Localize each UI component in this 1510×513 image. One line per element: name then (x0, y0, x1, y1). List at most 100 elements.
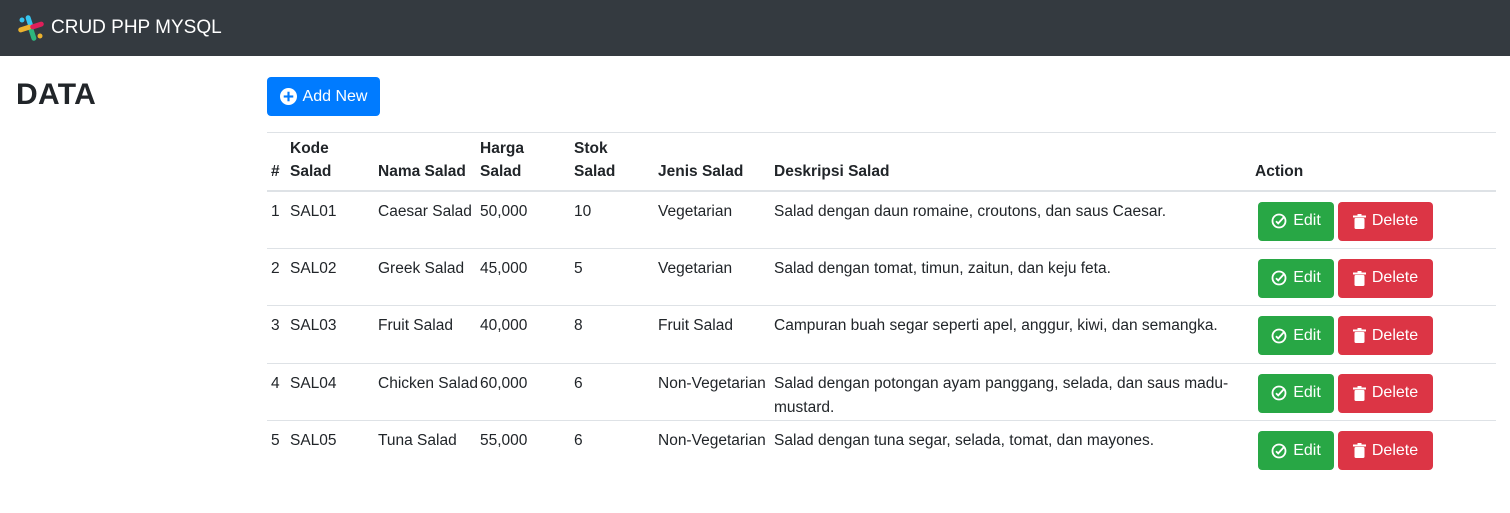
cell-action: Edit Delete (1255, 363, 1496, 421)
delete-label: Delete (1371, 269, 1419, 286)
cell-jenis: Non-Vegetarian (658, 374, 766, 392)
header-nama-salad: Nama Salad (378, 162, 466, 180)
delete-button[interactable]: Delete (1338, 373, 1433, 413)
cell-action: Edit Delete (1255, 248, 1496, 306)
cell-action: Edit Delete (1255, 191, 1496, 249)
cell-no: 4 (271, 374, 280, 392)
edit-button[interactable]: Edit (1258, 258, 1334, 298)
header-kode-line2: Salad (290, 162, 332, 180)
add-new-button[interactable]: Add New (267, 77, 380, 116)
header-row: # Kode Salad Nama Salad Harga Salad Stok Sa… (267, 132, 1496, 191)
delete-button[interactable]: Delete (1338, 316, 1433, 355)
trash-icon (1352, 270, 1366, 286)
delete-label: Delete (1371, 441, 1419, 459)
table-body: 1 SAL01 Caesar Salad 50,000 10 Vegetaria… (267, 190, 1496, 479)
edit-check-icon (1271, 270, 1287, 286)
trash-icon (1352, 443, 1366, 458)
table-row: 1 SAL01 Caesar Salad 50,000 10 Vegetaria… (267, 190, 1496, 249)
trash-icon (1352, 385, 1366, 401)
edit-label: Edit (1293, 269, 1321, 286)
edit-check-icon (1271, 443, 1287, 458)
delete-label: Delete (1371, 326, 1419, 344)
trash-icon (1352, 213, 1366, 229)
cell-harga: 50,000 (480, 202, 528, 220)
delete-label: Delete (1371, 384, 1419, 401)
edit-button[interactable]: Edit (1258, 201, 1334, 241)
delete-button[interactable]: Delete (1338, 258, 1433, 298)
edit-check-icon (1271, 385, 1287, 401)
header-harga-line2: Salad (480, 162, 522, 180)
table-header: # Kode Salad Nama Salad Harga Salad Stok Sa… (267, 132, 1496, 191)
header-stok-salad: Stok Salad (574, 133, 658, 191)
cell-deskripsi: Campuran buah segar seperti apel, anggur… (774, 317, 1218, 334)
cell-no: 2 (271, 259, 280, 277)
cell-nama: Greek Salad (378, 259, 465, 277)
delete-label: Delete (1371, 212, 1419, 229)
cell-harga: 40,000 (480, 317, 528, 334)
cell-nama: Chicken Salad (378, 374, 478, 392)
cell-kode: SAL02 (290, 259, 337, 277)
cell-action: Edit Delete (1255, 421, 1496, 479)
cell-harga: 55,000 (480, 432, 528, 449)
header-jenis-salad: Jenis Salad (658, 162, 744, 180)
cell-deskripsi: Salad dengan daun romaine, croutons, dan… (774, 202, 1167, 220)
edit-button[interactable]: Edit (1258, 373, 1334, 413)
edit-label: Edit (1293, 212, 1321, 229)
navbar-brand[interactable]: CRUD PHP MYSQL (16, 13, 222, 43)
edit-label: Edit (1293, 326, 1321, 344)
cell-jenis: Non-Vegetarian (658, 432, 766, 449)
cell-stok: 8 (574, 317, 583, 334)
header-stok-line2: Salad (574, 162, 616, 180)
page-title: DATA (16, 78, 97, 111)
cell-nama: Tuna Salad (378, 432, 457, 449)
cell-nama: Fruit Salad (378, 317, 453, 334)
cell-no: 1 (271, 202, 280, 220)
cell-nama: Caesar Salad (378, 202, 472, 220)
edit-label: Edit (1293, 441, 1321, 459)
cell-harga: 60,000 (480, 374, 528, 392)
header-harga-line1: Harga (480, 139, 524, 157)
brand-text: CRUD PHP MYSQL (51, 17, 222, 38)
header-no: # (271, 162, 280, 180)
cell-deskripsi: Salad dengan potongan ayam panggang, sel… (774, 374, 1229, 416)
header-stok-line1: Stok (574, 139, 608, 157)
header-harga-salad: Harga Salad (480, 133, 574, 191)
add-new-label: Add New (302, 87, 368, 105)
delete-button[interactable]: Delete (1338, 201, 1433, 241)
cell-no: 5 (271, 432, 280, 449)
header-kode-line1: Kode (290, 139, 329, 157)
cell-kode: SAL01 (290, 202, 337, 220)
cell-stok: 6 (574, 432, 583, 449)
edit-button[interactable]: Edit (1258, 431, 1334, 470)
cell-kode: SAL04 (290, 374, 337, 392)
plus-circle-icon (279, 88, 297, 105)
cell-deskripsi: Salad dengan tomat, timun, zaitun, dan k… (774, 259, 1111, 277)
cell-stok: 5 (574, 259, 583, 277)
cell-jenis: Vegetarian (658, 259, 733, 277)
edit-check-icon (1271, 213, 1287, 229)
cell-stok: 10 (574, 202, 592, 220)
table-row: 5 SAL05 Tuna Salad 55,000 6 Non-Vegetari… (267, 420, 1496, 479)
navbar: CRUD PHP MYSQL (0, 0, 1510, 56)
header-kode-salad: Kode Salad (290, 133, 378, 191)
cell-kode: SAL05 (290, 432, 337, 449)
salad-table: # Kode Salad Nama Salad Harga Salad Stok Sa… (267, 132, 1496, 478)
cell-deskripsi: Salad dengan tuna segar, selada, tomat, … (774, 432, 1155, 449)
slack-logo-icon (18, 15, 44, 41)
cell-harga: 45,000 (480, 259, 528, 277)
delete-button[interactable]: Delete (1338, 431, 1433, 470)
header-action: Action (1255, 162, 1304, 180)
table-row: 2 SAL02 Greek Salad 45,000 5 Vegetarian … (267, 248, 1496, 306)
cell-kode: SAL03 (290, 317, 337, 334)
cell-no: 3 (271, 317, 280, 334)
edit-check-icon (1271, 328, 1287, 343)
edit-label: Edit (1293, 384, 1321, 401)
edit-button[interactable]: Edit (1258, 316, 1334, 355)
table-row: 4 SAL04 Chicken Salad 60,000 6 Non-Veget… (267, 363, 1496, 421)
header-deskripsi-salad: Deskripsi Salad (774, 162, 890, 180)
cell-jenis: Vegetarian (658, 202, 733, 220)
trash-icon (1352, 328, 1366, 343)
cell-stok: 6 (574, 374, 583, 392)
cell-jenis: Fruit Salad (658, 317, 733, 334)
table-row: 3 SAL03 Fruit Salad 40,000 8 Fruit Salad… (267, 305, 1496, 364)
